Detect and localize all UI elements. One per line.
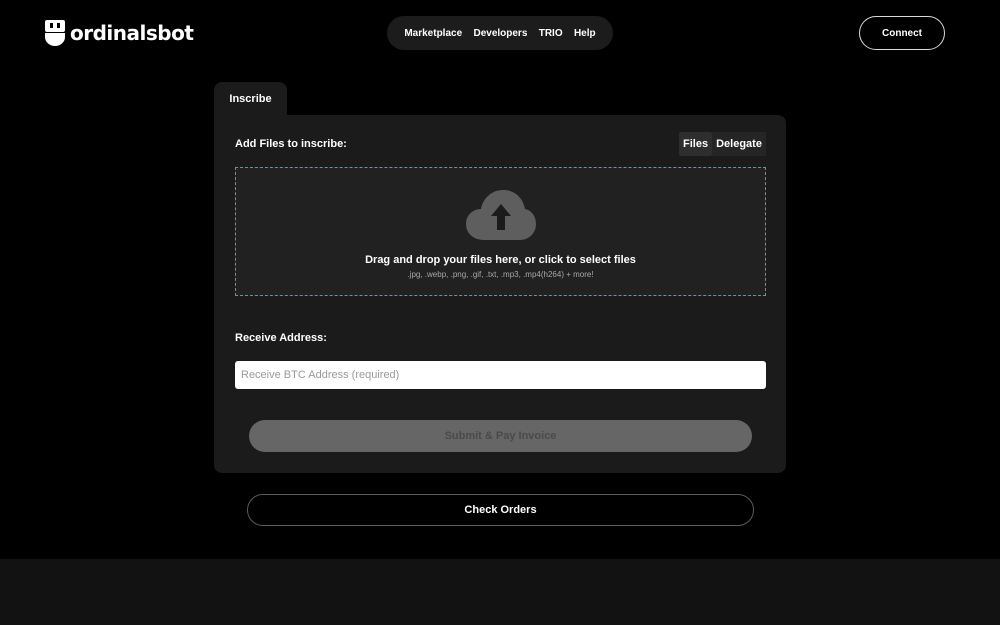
dropzone-title: Drag and drop your files here, or click … (365, 254, 636, 266)
brand-name: ordinalsbot (70, 21, 194, 45)
inscribe-panel: Add Files to inscribe: Files Delegate Dr… (214, 115, 786, 473)
connect-button[interactable]: Connect (859, 16, 945, 50)
mode-files-button[interactable]: Files (679, 132, 713, 156)
check-orders-button[interactable]: Check Orders (247, 494, 754, 526)
mode-delegate-button[interactable]: Delegate (712, 132, 766, 156)
footer-band (0, 559, 1000, 625)
nav-trio[interactable]: TRIO (539, 28, 563, 39)
dropzone-formats: .jpg, .webp, .png, .gif, .txt, .mp3, .mp… (407, 270, 594, 279)
robot-head-icon (45, 20, 65, 46)
address-label: Receive Address: (235, 332, 327, 344)
nav-help[interactable]: Help (574, 28, 596, 39)
cloud-upload-icon (466, 190, 536, 240)
nav-marketplace[interactable]: Marketplace (404, 28, 462, 39)
receive-address-input[interactable] (235, 361, 766, 389)
file-dropzone[interactable]: Drag and drop your files here, or click … (235, 167, 766, 296)
brand-logo[interactable]: ordinalsbot (44, 20, 194, 46)
nav-developers[interactable]: Developers (473, 28, 527, 39)
submit-pay-button[interactable]: Submit & Pay Invoice (249, 420, 752, 452)
tab-inscribe[interactable]: Inscribe (214, 82, 287, 116)
main-nav: Marketplace Developers TRIO Help (387, 16, 613, 50)
mode-toggle: Files Delegate (679, 132, 766, 156)
files-label: Add Files to inscribe: (235, 138, 347, 150)
